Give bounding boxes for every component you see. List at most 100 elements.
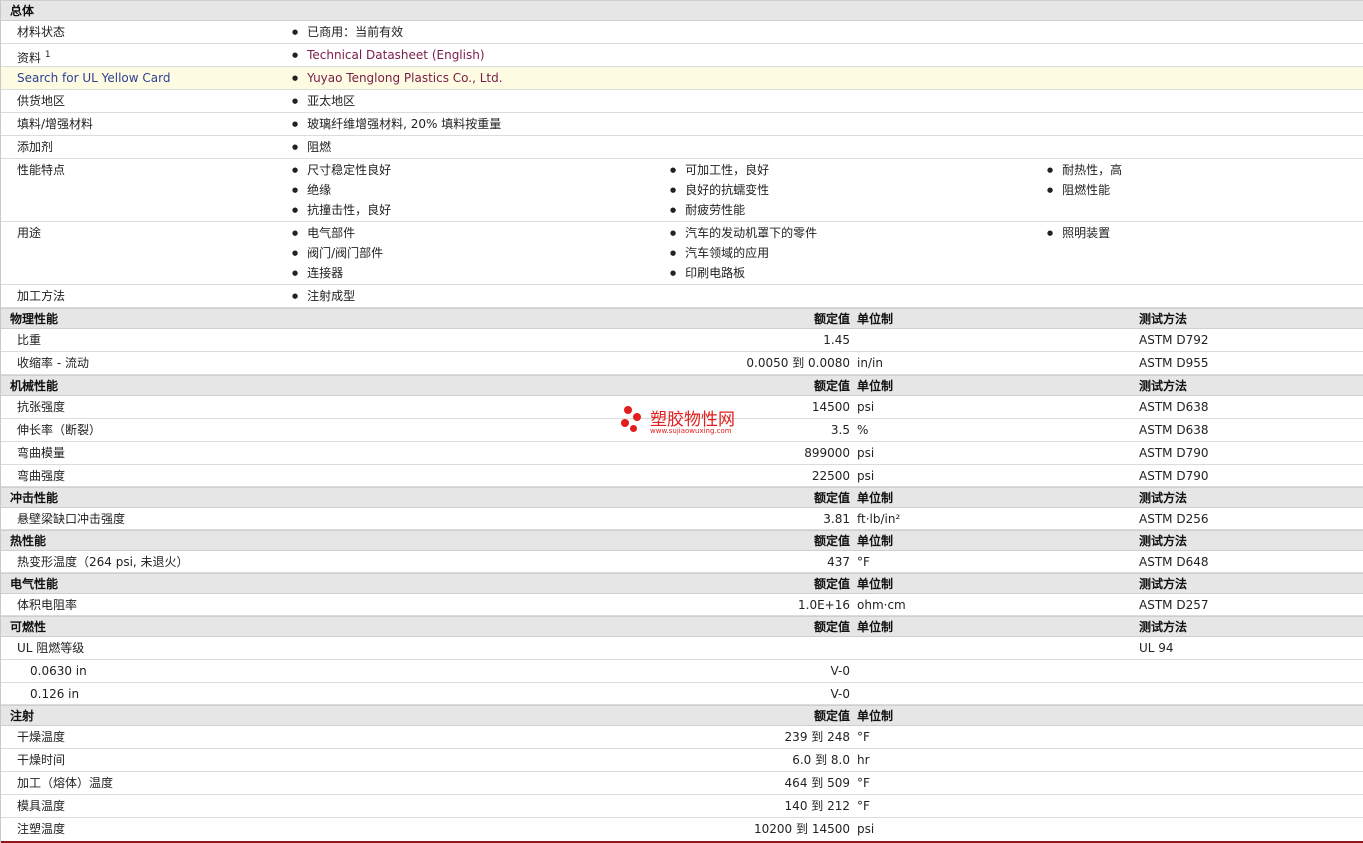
nominal-value: 140 到 212 xyxy=(784,799,850,813)
list-item: 玻璃纤维增强材料, 20% 填料按重量 xyxy=(292,114,501,134)
section-title: 可燃性 xyxy=(10,620,47,634)
section-header-mechanical: 机械性能 额定值 单位制 测试方法 xyxy=(1,375,1363,396)
table-row: 模具温度 140 到 212 °F xyxy=(1,795,1363,818)
table-row: 弯曲模量 899000 psi ASTM D790 xyxy=(1,442,1363,465)
list-item: 阻燃 xyxy=(292,137,331,157)
section-title: 物理性能 xyxy=(10,312,59,326)
row-process: 加工方法 注射成型 xyxy=(1,285,1363,308)
row-documents: 资料 1 Technical Datasheet (English) xyxy=(1,44,1363,67)
list-item: 可加工性，良好 xyxy=(670,160,769,180)
supplier-link[interactable]: Yuyao Tenglong Plastics Co., Ltd. xyxy=(292,68,502,88)
row-label: 收缩率 - 流动 xyxy=(17,356,89,370)
table-row: 弯曲强度 22500 psi ASTM D790 xyxy=(1,465,1363,487)
unit-value: ft·lb/in² xyxy=(857,512,901,526)
row-filler: 填料/增强材料 玻璃纤维增强材料, 20% 填料按重量 xyxy=(1,113,1363,136)
row-label: 添加剂 xyxy=(17,140,54,154)
row-label: 注塑温度 xyxy=(17,822,66,836)
nominal-value: 437 xyxy=(827,555,850,569)
unit-header: 单位制 xyxy=(857,534,894,548)
row-label: 干燥时间 xyxy=(17,753,66,767)
section-title: 热性能 xyxy=(10,534,47,548)
row-label: 加工（熔体）温度 xyxy=(17,776,114,790)
row-label: 干燥温度 xyxy=(17,730,66,744)
list-item: 电气部件 xyxy=(292,223,383,243)
watermark-url: www.sujiaowuxing.com xyxy=(650,427,732,435)
logo-dot xyxy=(633,413,641,421)
section-header-flammability: 可燃性 额定值 单位制 测试方法 xyxy=(1,616,1363,637)
list-item: 抗撞击性，良好 xyxy=(292,200,391,220)
unit-value: in/in xyxy=(857,356,883,370)
row-label: 供货地区 xyxy=(17,94,66,108)
ul-yellow-card-link[interactable]: Search for UL Yellow Card xyxy=(17,68,170,88)
method-header: 测试方法 xyxy=(1139,379,1188,393)
section-header-impact: 冲击性能 额定值 单位制 测试方法 xyxy=(1,487,1363,508)
unit-value: °F xyxy=(857,555,870,569)
test-method: ASTM D257 xyxy=(1139,598,1209,612)
nominal-value: 1.0E+16 xyxy=(798,598,850,612)
table-row: 0.126 in V-0 xyxy=(1,683,1363,705)
unit-value: psi xyxy=(857,469,875,483)
section-header-injection: 注射 额定值 单位制 xyxy=(1,705,1363,726)
list-item: 汽车的发动机罩下的零件 xyxy=(670,223,817,243)
row-label: 材料状态 xyxy=(17,25,66,39)
nominal-value: 1.45 xyxy=(823,333,850,347)
unit-header: 单位制 xyxy=(857,379,894,393)
nominal-value: 239 到 248 xyxy=(784,730,850,744)
section-header-electrical: 电气性能 额定值 单位制 测试方法 xyxy=(1,573,1363,594)
row-label: 加工方法 xyxy=(17,289,66,303)
nominal-header: 额定值 xyxy=(813,534,850,548)
row-label: 用途 xyxy=(17,226,42,240)
nominal-value: 22500 xyxy=(811,469,850,483)
test-method: UL 94 xyxy=(1139,641,1174,655)
unit-header: 单位制 xyxy=(857,491,894,505)
table-row: 注塑温度 10200 到 14500 psi xyxy=(1,818,1363,840)
row-label: 比重 xyxy=(17,333,42,347)
unit-header: 单位制 xyxy=(857,620,894,634)
datasheet-page: 总体 材料状态 已商用：当前有效 资料 1 Technical Datashee… xyxy=(0,0,1363,843)
table-row: 体积电阻率 1.0E+16 ohm·cm ASTM D257 xyxy=(1,594,1363,616)
logo-dot xyxy=(621,419,629,427)
section-title: 总体 xyxy=(10,4,35,18)
technical-datasheet-link[interactable]: Technical Datasheet (English) xyxy=(292,45,484,65)
list-item: 亚太地区 xyxy=(292,91,355,111)
table-row: UL 阻燃等级 UL 94 xyxy=(1,637,1363,660)
nominal-value: 0.0050 到 0.0080 xyxy=(746,356,850,370)
unit-header: 单位制 xyxy=(857,709,894,723)
list-item: 良好的抗蠕变性 xyxy=(670,180,769,200)
test-method: ASTM D256 xyxy=(1139,512,1209,526)
row-region: 供货地区 亚太地区 xyxy=(1,90,1363,113)
nominal-header: 额定值 xyxy=(813,312,850,326)
row-label: 伸长率（断裂） xyxy=(17,423,102,437)
unit-value: % xyxy=(857,423,869,437)
list-item: 阻燃性能 xyxy=(1047,180,1122,200)
nominal-value: 6.0 到 8.0 xyxy=(792,753,850,767)
unit-value: psi xyxy=(857,822,875,836)
test-method: ASTM D790 xyxy=(1139,469,1209,483)
section-header-thermal: 热性能 额定值 单位制 测试方法 xyxy=(1,530,1363,551)
test-method: ASTM D955 xyxy=(1139,356,1209,370)
row-features: 性能特点 尺寸稳定性良好 绝缘 抗撞击性，良好 可加工性，良好 良好的抗蠕变性 … xyxy=(1,159,1363,222)
nominal-value: 14500 xyxy=(811,400,850,414)
table-row: 加工（熔体）温度 464 到 509 °F xyxy=(1,772,1363,795)
method-header: 测试方法 xyxy=(1139,577,1188,591)
watermark-logo: 塑胶物性网 www.sujiaowuxing.com xyxy=(620,404,760,440)
row-label: 性能特点 xyxy=(17,163,66,177)
nominal-header: 额定值 xyxy=(813,577,850,591)
nominal-value: 3.81 xyxy=(823,512,850,526)
unit-value: ohm·cm xyxy=(857,598,906,612)
row-label: UL 阻燃等级 xyxy=(17,641,85,655)
list-item: 照明装置 xyxy=(1047,223,1110,243)
test-method: ASTM D648 xyxy=(1139,555,1209,569)
row-label: 抗张强度 xyxy=(17,400,66,414)
nominal-value: 899000 xyxy=(804,446,850,460)
row-uses: 用途 电气部件 阀门/阀门部件 连接器 汽车的发动机罩下的零件 汽车领域的应用 … xyxy=(1,222,1363,285)
method-header: 测试方法 xyxy=(1139,534,1188,548)
test-method: ASTM D790 xyxy=(1139,446,1209,460)
test-method: ASTM D638 xyxy=(1139,400,1209,414)
table-row: 干燥时间 6.0 到 8.0 hr xyxy=(1,749,1363,772)
unit-value: psi xyxy=(857,446,875,460)
unit-header: 单位制 xyxy=(857,577,894,591)
nominal-value: 3.5 xyxy=(830,423,850,437)
table-row: 0.0630 in V-0 xyxy=(1,660,1363,683)
row-ul-yellow-card: Search for UL Yellow Card Yuyao Tenglong… xyxy=(1,67,1363,90)
